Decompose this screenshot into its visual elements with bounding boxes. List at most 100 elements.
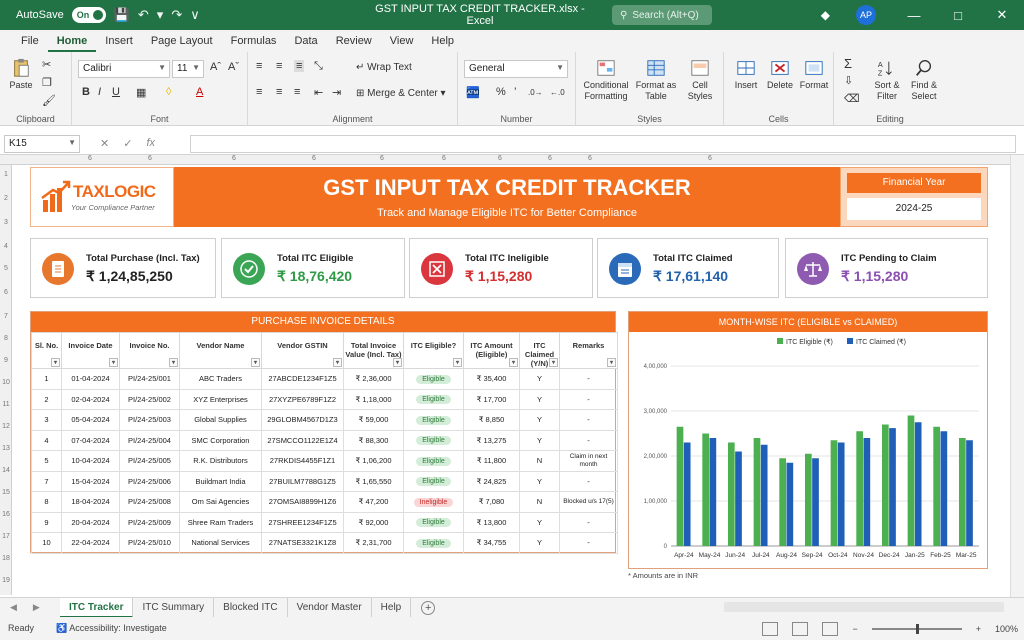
row-header[interactable]: 17 (0, 533, 12, 540)
accessibility-status[interactable]: ♿ Accessibility: Investigate (56, 623, 167, 634)
column-header[interactable]: 6 (380, 155, 384, 162)
cell-itc-eligible[interactable]: Eligible (403, 532, 464, 554)
cell-vendor-gstin[interactable]: 27ABCDE1234F1Z5 (261, 368, 344, 390)
undo-dropdown-icon[interactable]: ▾ (157, 7, 164, 23)
decrease-font-icon[interactable]: Aˇ (228, 61, 239, 73)
cell-itc-amount[interactable]: ₹ 13,800 (463, 511, 520, 533)
cell-sl-no[interactable]: 3 (31, 409, 62, 431)
zoom-level[interactable]: 100% (995, 624, 1018, 634)
diamond-icon[interactable]: ◆ (821, 8, 830, 22)
font-color-icon[interactable]: A (196, 86, 203, 98)
clear-icon[interactable]: ⌫ (844, 92, 860, 105)
row-header[interactable]: 10 (0, 379, 12, 386)
cell-invoice-no[interactable]: PI/24-25/006 (119, 470, 180, 492)
filter-dropdown-icon[interactable]: ▾ (51, 358, 60, 367)
next-sheet-icon[interactable]: ▶ (33, 602, 40, 613)
cell-invoice-date[interactable]: 01-04-2024 (61, 368, 120, 390)
cell-itc-amount[interactable]: ₹ 24,825 (463, 470, 520, 492)
accounting-format-icon[interactable]: 🏧 (466, 86, 480, 99)
align-middle-icon[interactable]: ≡ (276, 60, 282, 72)
cell-invoice-date[interactable]: 05-04-2024 (61, 409, 120, 431)
column-header-sl-no[interactable]: Sl. No. ▾ (31, 332, 62, 369)
row-header[interactable]: 3 (0, 219, 12, 226)
column-header-vendor-gstin[interactable]: Vendor GSTIN ▾ (261, 332, 344, 369)
number-format-select[interactable]: General ▼ (464, 60, 568, 78)
cell-invoice-no[interactable]: PI/24-25/002 (119, 388, 180, 410)
column-header[interactable]: 6 (312, 155, 316, 162)
row-header[interactable]: 2 (0, 195, 12, 202)
column-header-invoice-no[interactable]: Invoice No. ▾ (119, 332, 180, 369)
cell-itc-claimed[interactable]: N (519, 450, 560, 472)
add-sheet-icon[interactable]: + (421, 600, 436, 615)
align-top-icon[interactable]: ≡ (256, 60, 262, 72)
cell-remarks[interactable]: - (559, 388, 618, 410)
filter-dropdown-icon[interactable]: ▾ (453, 358, 462, 367)
column-header-itc-amount[interactable]: ITC Amount (Eligible) ▾ (463, 332, 520, 369)
row-header[interactable]: 9 (0, 357, 12, 364)
insert-function-icon[interactable]: fx (146, 137, 155, 150)
cell-total-value[interactable]: ₹ 2,36,000 (343, 368, 404, 390)
cell-invoice-no[interactable]: PI/24-25/009 (119, 511, 180, 533)
cell-itc-claimed[interactable]: Y (519, 409, 560, 431)
cell-itc-eligible[interactable]: Eligible (403, 470, 464, 492)
font-name-select[interactable]: Calibri ▼ (78, 60, 170, 78)
cell-itc-claimed[interactable]: Y (519, 470, 560, 492)
column-header[interactable]: 6 (548, 155, 552, 162)
cell-invoice-date[interactable]: 15-04-2024 (61, 470, 120, 492)
cell-vendor-name[interactable]: Buildmart India (179, 470, 262, 492)
row-header[interactable]: 15 (0, 489, 12, 496)
cell-sl-no[interactable]: 10 (31, 532, 62, 554)
cell-vendor-gstin[interactable]: 27SMCCO1122E1Z4 (261, 429, 344, 451)
cell-itc-claimed[interactable]: Y (519, 532, 560, 554)
cell-itc-claimed[interactable]: N (519, 491, 560, 513)
fill-color-icon[interactable]: ◊ (166, 86, 171, 98)
sheet-tab-help[interactable]: Help (372, 597, 412, 618)
cell-itc-amount[interactable]: ₹ 17,700 (463, 388, 520, 410)
sheet-tab-vendor-master[interactable]: Vendor Master (288, 597, 372, 618)
formula-input[interactable] (190, 135, 1016, 153)
column-header[interactable]: 6 (442, 155, 446, 162)
cell-itc-amount[interactable]: ₹ 8,850 (463, 409, 520, 431)
row-header[interactable]: 16 (0, 511, 12, 518)
insert-cells-button[interactable]: Insert (730, 58, 762, 91)
minimize-icon[interactable]: — (892, 8, 936, 23)
cell-itc-amount[interactable]: ₹ 34,755 (463, 532, 520, 554)
cell-remarks[interactable]: - (559, 532, 618, 554)
cell-remarks[interactable]: Claim in next month (559, 450, 618, 472)
align-center-icon[interactable]: ≡ (276, 86, 282, 98)
italic-icon[interactable]: I (98, 86, 101, 98)
cell-itc-eligible[interactable]: Eligible (403, 450, 464, 472)
align-right-icon[interactable]: ≡ (294, 86, 300, 98)
cell-vendor-gstin[interactable]: 27RKDIS4455F1Z1 (261, 450, 344, 472)
row-header[interactable]: 19 (0, 577, 12, 584)
cell-invoice-no[interactable]: PI/24-25/005 (119, 450, 180, 472)
filter-dropdown-icon[interactable]: ▾ (109, 358, 118, 367)
delete-cells-button[interactable]: Delete (764, 58, 796, 91)
column-header[interactable]: 6 (708, 155, 712, 162)
cell-sl-no[interactable]: 8 (31, 491, 62, 513)
find-select-button[interactable]: Find & Select (906, 58, 942, 102)
maximize-icon[interactable]: □ (936, 8, 980, 23)
cell-vendor-name[interactable]: Om Sai Agencies (179, 491, 262, 513)
filter-dropdown-icon[interactable]: ▾ (393, 358, 402, 367)
tab-home[interactable]: Home (47, 30, 97, 52)
wrap-text-button[interactable]: ↵ Wrap Text (356, 62, 412, 73)
row-header[interactable]: 5 (0, 265, 12, 272)
increase-decimal-icon[interactable]: .0→ (528, 88, 543, 97)
sheet-tab-itc-summary[interactable]: ITC Summary (133, 597, 215, 618)
tab-help[interactable]: Help (422, 30, 463, 52)
autosave-toggle[interactable]: On (71, 7, 106, 23)
cell-itc-amount[interactable]: ₹ 13,275 (463, 429, 520, 451)
borders-icon[interactable]: ▦ (136, 86, 146, 99)
cell-vendor-name[interactable]: National Services (179, 532, 262, 554)
cell-vendor-name[interactable]: Global Supplies (179, 409, 262, 431)
autosum-icon[interactable]: Σ (844, 56, 852, 71)
cell-vendor-name[interactable]: ABC Traders (179, 368, 262, 390)
cell-itc-eligible[interactable]: Eligible (403, 388, 464, 410)
vertical-scrollbar[interactable] (1010, 155, 1024, 597)
cell-itc-claimed[interactable]: Y (519, 388, 560, 410)
cell-invoice-no[interactable]: PI/24-25/010 (119, 532, 180, 554)
zoom-slider[interactable] (871, 623, 962, 634)
comma-style-icon[interactable]: ’ (514, 86, 516, 98)
cell-sl-no[interactable]: 5 (31, 450, 62, 472)
